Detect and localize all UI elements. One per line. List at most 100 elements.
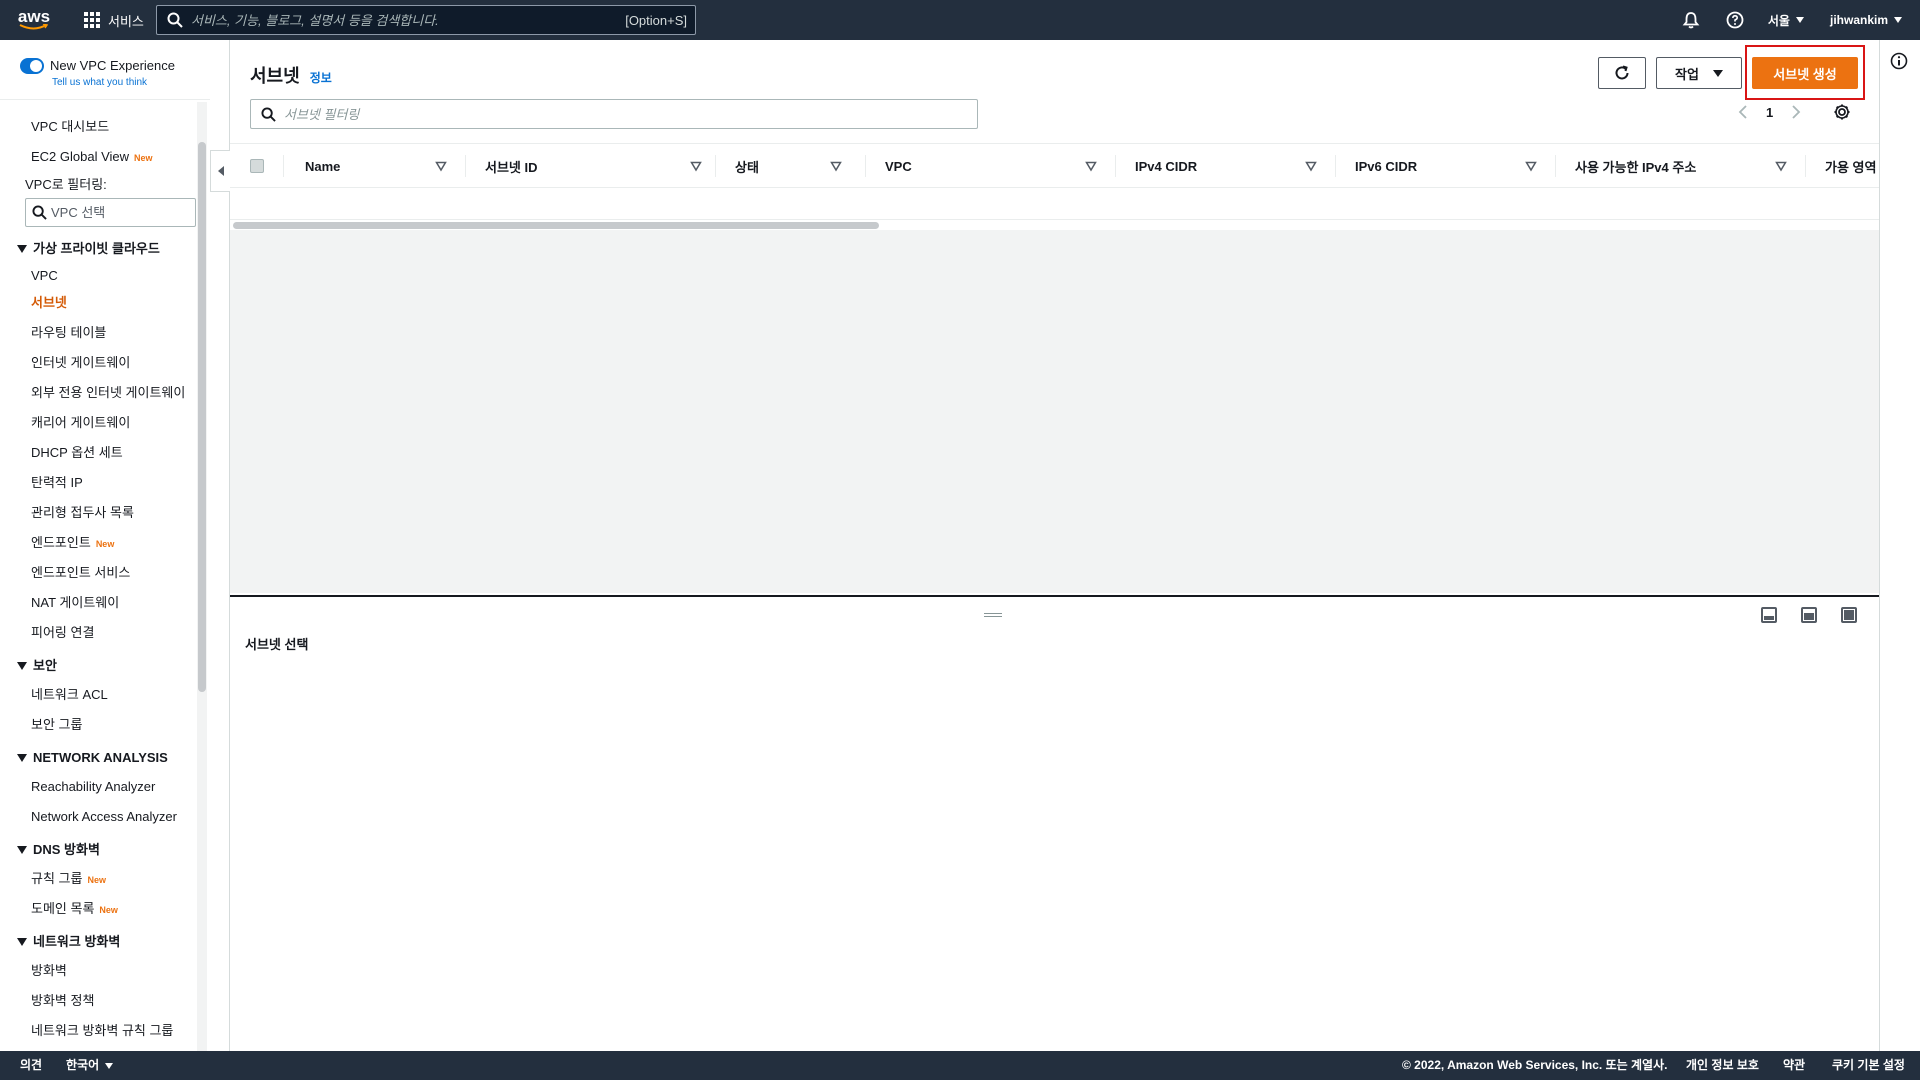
global-search-input[interactable] — [191, 12, 626, 28]
sidebar-item[interactable]: Reachability Analyzer — [0, 772, 210, 802]
feedback-link[interactable]: Tell us what you think — [52, 76, 175, 90]
sidebar-item-label: 캐리어 게이트웨이 — [31, 415, 131, 430]
sidebar-scrollbar[interactable] — [197, 102, 207, 1051]
sidebar-section-header[interactable]: DNS 방화벽 — [0, 836, 210, 864]
column-header[interactable]: 상태 — [735, 144, 759, 187]
panel-bottom-half-icon[interactable] — [1801, 607, 1817, 623]
subnet-filter-input[interactable] — [284, 106, 934, 122]
column-header[interactable]: IPv4 CIDR — [1135, 144, 1197, 187]
region-selector[interactable]: 서울 — [1768, 12, 1804, 29]
sidebar-section-header[interactable]: 보안 — [0, 652, 210, 680]
column-separator[interactable] — [465, 155, 466, 177]
new-badge: New — [87, 875, 106, 885]
account-menu[interactable]: jihwankim — [1830, 13, 1902, 27]
sidebar-item[interactable]: 인터넷 게이트웨이 — [0, 348, 210, 378]
vpc-filter-select[interactable] — [25, 198, 196, 227]
collapse-sidebar-button[interactable] — [210, 150, 230, 192]
info-panel-button[interactable] — [1890, 52, 1908, 73]
gear-icon[interactable] — [1833, 103, 1851, 121]
sort-icon[interactable] — [1775, 160, 1787, 172]
subnet-filter[interactable] — [250, 99, 978, 129]
notifications-button[interactable] — [1682, 11, 1700, 29]
sidebar-item[interactable]: 엔드포인트 New — [0, 528, 210, 558]
column-header[interactable]: 서브넷 ID — [485, 144, 538, 187]
sidebar-section-header[interactable]: NETWORK ANALYSIS — [0, 744, 210, 772]
column-separator[interactable] — [715, 155, 716, 177]
global-search-box[interactable]: [Option+S] — [156, 5, 696, 35]
sidebar-item[interactable]: 외부 전용 인터넷 게이트웨이 — [0, 378, 210, 408]
select-all-checkbox[interactable] — [250, 159, 264, 173]
sort-icon[interactable] — [830, 160, 842, 172]
sidebar-item[interactable]: VPC — [0, 263, 210, 288]
detail-panel-title: 서브넷 선택 — [245, 637, 309, 652]
sidebar-item-label: 규칙 그룹 — [31, 871, 83, 886]
column-separator[interactable] — [1555, 155, 1556, 177]
sidebar-item[interactable]: 보안 그룹 — [0, 710, 210, 740]
refresh-button[interactable] — [1598, 57, 1646, 89]
split-panel-divider — [230, 595, 1880, 597]
column-separator[interactable] — [1115, 155, 1116, 177]
page-number[interactable]: 1 — [1766, 105, 1773, 120]
sidebar-item[interactable]: DHCP 옵션 세트 — [0, 438, 210, 468]
scrollbar-thumb[interactable] — [233, 222, 879, 229]
column-separator[interactable] — [865, 155, 866, 177]
cookie-preferences-link[interactable]: 쿠키 기본 설정 — [1832, 1051, 1905, 1080]
bell-icon — [1682, 12, 1700, 29]
terms-link[interactable]: 약관 — [1783, 1051, 1805, 1080]
feedback-button[interactable]: 의견 — [20, 1051, 42, 1080]
services-menu-button[interactable]: 서비스 — [84, 0, 144, 40]
aws-logo[interactable]: aws — [6, 0, 62, 40]
split-panel-resize-handle[interactable] — [984, 613, 1002, 617]
panel-bottom-small-icon[interactable] — [1761, 607, 1777, 623]
privacy-link[interactable]: 개인 정보 보호 — [1686, 1051, 1759, 1080]
sort-icon[interactable] — [1085, 160, 1097, 172]
chevron-right-icon[interactable] — [1791, 104, 1801, 120]
sidebar-item[interactable]: 탄력적 IP — [0, 468, 210, 498]
table-horizontal-scrollbar[interactable] — [230, 220, 1880, 230]
language-selector[interactable]: 한국어 — [66, 1051, 114, 1080]
help-button[interactable] — [1726, 11, 1744, 29]
sidebar-item[interactable]: 라우팅 테이블 — [0, 318, 210, 348]
column-separator[interactable] — [1805, 155, 1806, 177]
sidebar-item[interactable]: 서브넷 — [0, 288, 210, 318]
column-header-label: VPC — [885, 158, 912, 174]
sidebar-item[interactable]: NAT 게이트웨이 — [0, 588, 210, 618]
sidebar-item-ec2-global-view[interactable]: EC2 Global View New — [0, 142, 210, 172]
new-badge: New — [99, 905, 118, 915]
sidebar-item[interactable]: 방화벽 정책 — [0, 986, 210, 1016]
sidebar-item[interactable]: 캐리어 게이트웨이 — [0, 408, 210, 438]
sidebar-item[interactable]: 엔드포인트 서비스 — [0, 558, 210, 588]
sidebar-section-header[interactable]: 네트워크 방화벽 — [0, 928, 210, 956]
sort-icon[interactable] — [435, 160, 447, 172]
vpc-filter-input[interactable] — [51, 205, 181, 220]
column-header[interactable]: VPC — [885, 144, 912, 187]
chevron-left-icon[interactable] — [1738, 104, 1748, 120]
panel-full-icon[interactable] — [1841, 607, 1857, 623]
sort-icon[interactable] — [1525, 160, 1537, 172]
sidebar-item[interactable]: 네트워크 ACL — [0, 680, 210, 710]
column-separator[interactable] — [1335, 155, 1336, 177]
main-border — [1879, 40, 1880, 1051]
new-vpc-experience-toggle[interactable] — [20, 58, 44, 74]
sidebar-item[interactable]: 관리형 접두사 목록 — [0, 498, 210, 528]
sidebar-item-vpc-dashboard[interactable]: VPC 대시보드 — [0, 112, 210, 142]
sidebar-item[interactable]: 방화벽 — [0, 956, 210, 986]
column-header[interactable]: Name — [305, 144, 340, 187]
column-header[interactable]: 가용 영역 — [1825, 144, 1876, 187]
info-link[interactable]: 정보 — [310, 69, 332, 86]
help-icon — [1726, 11, 1744, 29]
sort-icon[interactable] — [690, 160, 702, 172]
column-header[interactable]: 사용 가능한 IPv4 주소 — [1575, 144, 1696, 187]
column-header[interactable]: IPv6 CIDR — [1355, 144, 1417, 187]
actions-dropdown-button[interactable]: 작업 — [1656, 57, 1742, 89]
sidebar-item[interactable]: Network Access Analyzer — [0, 802, 210, 832]
sort-icon[interactable] — [1305, 160, 1317, 172]
sidebar-item-label: 탄력적 IP — [31, 475, 83, 490]
sidebar-item[interactable]: 규칙 그룹 New — [0, 864, 210, 894]
sidebar-item[interactable]: 피어링 연결 — [0, 618, 210, 648]
scrollbar-thumb[interactable] — [198, 142, 206, 692]
search-icon — [261, 106, 276, 122]
sidebar-section-header[interactable]: 가상 프라이빗 클라우드 — [0, 235, 210, 263]
sidebar-item[interactable]: 네트워크 방화벽 규칙 그룹 — [0, 1016, 210, 1046]
sidebar-item[interactable]: 도메인 목록 New — [0, 894, 210, 924]
